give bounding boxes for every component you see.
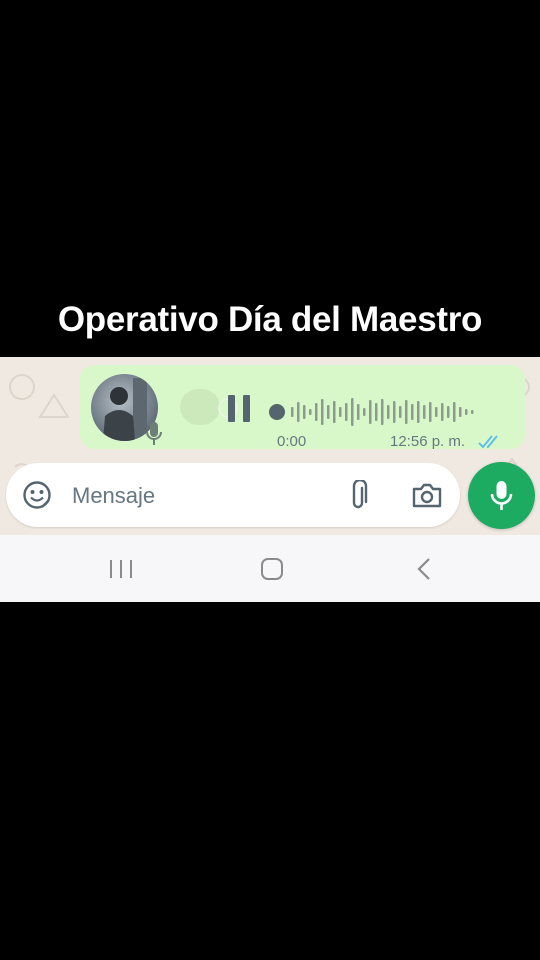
pause-button[interactable] — [218, 395, 258, 425]
video-caption: Operativo Día del Maestro — [57, 300, 483, 339]
record-voice-button[interactable] — [468, 462, 535, 529]
message-input[interactable]: Mensaje — [72, 483, 155, 509]
recents-icon[interactable] — [108, 559, 134, 579]
voice-duration: 0:00 — [277, 433, 307, 450]
emoji-icon[interactable] — [22, 480, 52, 510]
mic-icon — [490, 481, 513, 510]
playback-position-dot — [269, 404, 285, 420]
attach-icon[interactable] — [346, 480, 370, 512]
home-icon[interactable] — [260, 557, 284, 581]
voice-message-bubble[interactable]: 0:00 12:56 p. m. — [80, 365, 525, 450]
back-icon[interactable] — [415, 557, 433, 581]
voice-note-mic-icon — [146, 422, 162, 445]
message-timestamp: 12:56 p. m. — [390, 433, 466, 450]
system-navigation-bar — [0, 535, 540, 602]
playback-speed-track — [180, 389, 220, 425]
message-composer[interactable]: Mensaje — [6, 463, 460, 527]
read-receipt-icon — [478, 435, 498, 449]
audio-waveform[interactable] — [265, 395, 505, 429]
camera-icon[interactable] — [411, 481, 443, 509]
